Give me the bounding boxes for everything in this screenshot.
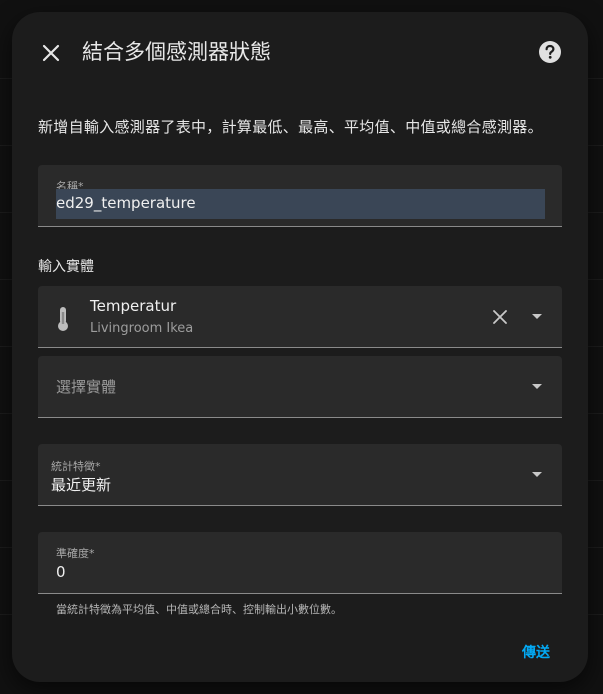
statistic-select[interactable]: 統計特徵* 最近更新 — [38, 444, 562, 506]
close-icon — [42, 44, 60, 62]
caret-down-icon — [532, 384, 542, 389]
name-field[interactable]: 名稱* ed29_temperature — [38, 165, 562, 227]
entity-name: Temperatur — [90, 297, 177, 315]
dialog-title: 結合多個感測器狀態 — [82, 40, 271, 64]
name-field-value[interactable]: ed29_temperature — [56, 194, 196, 212]
input-entities-label: 輸入實體 — [38, 259, 94, 275]
help-button[interactable] — [538, 40, 562, 64]
close-icon — [493, 310, 507, 324]
entity-picker-empty[interactable]: 選擇實體 — [38, 356, 562, 418]
dialog-description: 新增自輸入感測器了表中，計算最低、最高、平均值、中值或總合感測器。 — [38, 118, 543, 136]
precision-value[interactable]: 0 — [56, 563, 66, 581]
caret-down-icon — [532, 472, 542, 477]
entity-dropdown-button[interactable] — [530, 381, 544, 393]
entity-picker-selected[interactable]: Temperatur Livingroom Ikea — [38, 286, 562, 348]
entity-area: Livingroom Ikea — [90, 321, 194, 336]
clear-entity-button[interactable] — [490, 307, 510, 327]
statistic-value: 最近更新 — [51, 476, 112, 494]
precision-label: 準確度* — [56, 547, 95, 560]
combine-sensor-dialog: 結合多個感測器狀態 新增自輸入感測器了表中，計算最低、最高、平均值、中值或總合感… — [12, 12, 588, 682]
entity-dropdown-button[interactable] — [530, 311, 544, 323]
thermometer-icon — [56, 306, 70, 336]
statistic-label: 統計特徵* — [51, 460, 101, 473]
precision-field[interactable]: 準確度* 0 — [38, 532, 562, 594]
help-icon — [539, 41, 561, 63]
precision-helper-text: 當統計特徵為平均值、中值或總合時、控制輸出小數位數。 — [56, 603, 342, 616]
statistic-dropdown-button[interactable] — [530, 469, 544, 481]
entity-picker-placeholder: 選擇實體 — [56, 378, 117, 396]
close-button[interactable] — [38, 40, 64, 66]
caret-down-icon — [532, 314, 542, 319]
submit-button[interactable]: 傳送 — [522, 642, 550, 662]
dialog-header: 結合多個感測器狀態 — [12, 12, 588, 92]
